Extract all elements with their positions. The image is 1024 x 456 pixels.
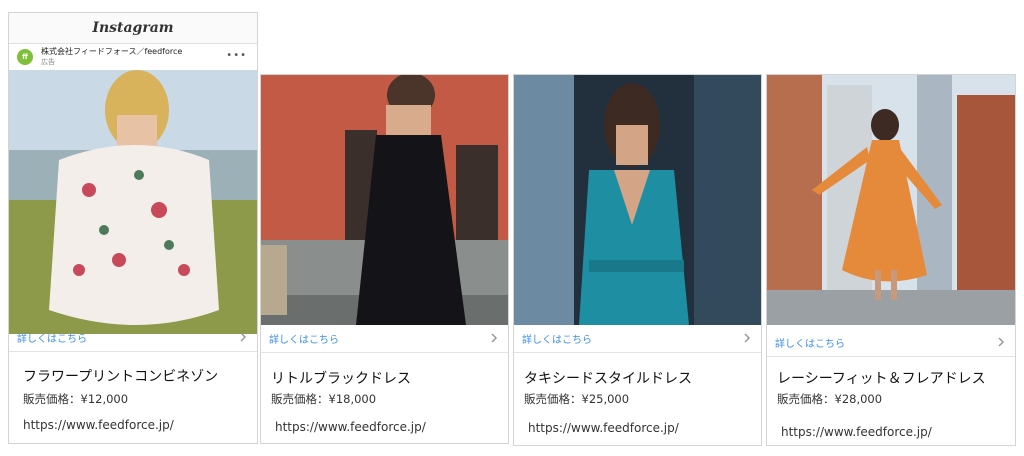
product-url[interactable]: https://www.feedforce.jp/ [781,425,932,439]
sponsored-label: 広告 [41,58,55,66]
more-options-icon[interactable]: ••• [226,50,247,61]
learn-more-row[interactable]: 詳しくはこちら [9,324,257,352]
learn-more-row[interactable]: 詳しくはこちら [514,325,761,353]
product-url[interactable]: https://www.feedforce.jp/ [23,418,174,432]
product-card-4[interactable]: 詳しくはこちら レーシーフィット＆フレアドレス 販売価格：¥28,000 htt… [766,74,1016,446]
product-image-tuxedo-dress[interactable] [514,75,761,325]
instagram-logo: Instagram [9,13,257,44]
product-image-flower-romper[interactable] [9,70,257,334]
learn-more-row[interactable]: 詳しくはこちら [767,329,1015,357]
product-title: フラワープリントコンビネゾン [23,369,219,385]
product-title: レーシーフィット＆フレアドレス [777,371,986,387]
chevron-right-icon [240,332,247,342]
product-price: 販売価格：¥25,000 [524,392,630,406]
product-card-1[interactable]: Instagram ff 株式会社フィードフォース／feedforce 広告 •… [8,12,258,444]
product-card-2[interactable]: 詳しくはこちら リトルブラックドレス 販売価格：¥18,000 https://… [260,74,509,444]
product-title: タキシードスタイルドレス [524,371,692,387]
product-image-little-black-dress[interactable] [261,75,508,325]
account-row: ff 株式会社フィードフォース／feedforce 広告 ••• [9,44,257,70]
chevron-right-icon [744,333,751,343]
product-price: 販売価格：¥18,000 [271,392,377,406]
product-price: 販売価格：¥28,000 [777,392,883,406]
learn-more-link[interactable]: 詳しくはこちら [17,330,87,345]
learn-more-link[interactable]: 詳しくはこちら [775,335,845,350]
account-avatar: ff [17,49,33,65]
product-url[interactable]: https://www.feedforce.jp/ [528,421,679,435]
learn-more-link[interactable]: 詳しくはこちら [522,331,592,346]
account-name: 株式会社フィードフォース／feedforce [41,47,183,56]
learn-more-row[interactable]: 詳しくはこちら [261,325,508,353]
product-price: 販売価格：¥12,000 [23,392,129,406]
product-card-3[interactable]: 詳しくはこちら タキシードスタイルドレス 販売価格：¥25,000 https:… [513,74,762,446]
product-url[interactable]: https://www.feedforce.jp/ [275,420,426,434]
learn-more-link[interactable]: 詳しくはこちら [269,331,339,346]
product-image-lacy-flare-dress[interactable] [767,75,1015,325]
product-title: リトルブラックドレス [271,371,411,387]
chevron-right-icon [998,337,1005,347]
chevron-right-icon [491,333,498,343]
